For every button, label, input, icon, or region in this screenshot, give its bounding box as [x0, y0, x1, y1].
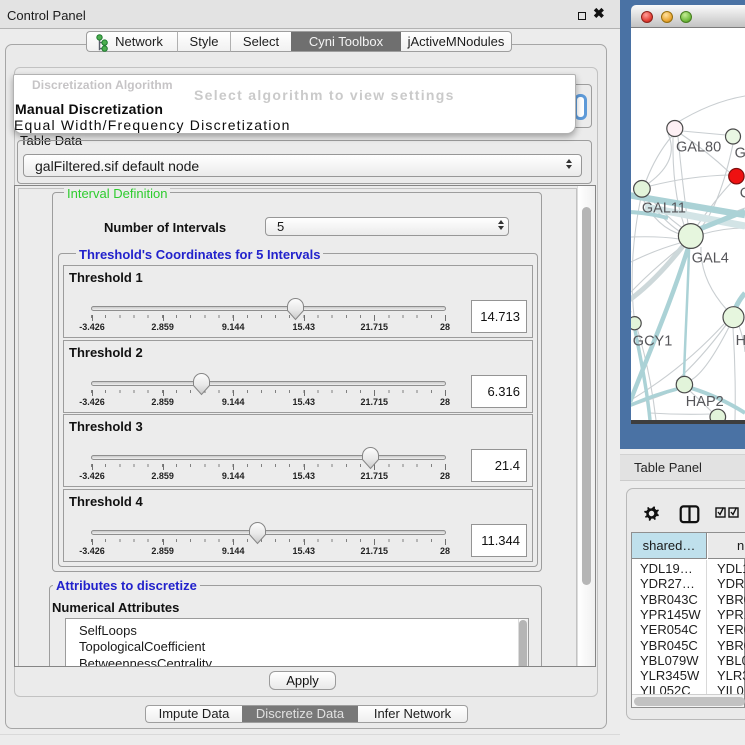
- svg-text:GCY1: GCY1: [633, 334, 673, 350]
- svg-text:C: C: [740, 186, 745, 202]
- svg-text:H: H: [736, 333, 745, 349]
- svg-text:GAL11: GAL11: [642, 201, 686, 217]
- svg-text:GAL80: GAL80: [676, 140, 721, 156]
- svg-text:GA: GA: [735, 146, 745, 162]
- svg-text:GAL4: GAL4: [692, 251, 729, 267]
- svg-text:HAP2: HAP2: [686, 394, 724, 410]
